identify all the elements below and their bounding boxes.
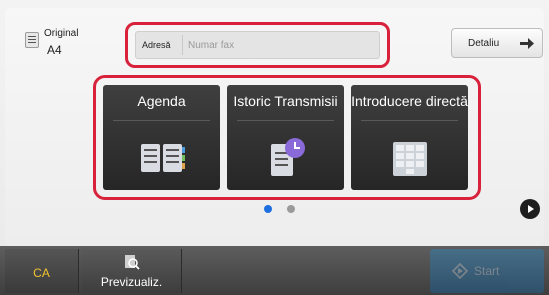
clear-all-button[interactable]: CA (5, 249, 79, 293)
start-diamond-icon (452, 263, 468, 279)
address-divider (182, 35, 183, 55)
original-setting[interactable]: Original A4 (17, 22, 87, 62)
fax-number-input[interactable] (188, 32, 378, 58)
main-panel: Original A4 Adresă Detaliu Agenda (5, 8, 544, 246)
next-page-button[interactable] (520, 199, 540, 219)
original-size: A4 (47, 43, 62, 57)
address-book-icon (141, 144, 185, 172)
arrow-right-icon (520, 38, 534, 49)
preview-button[interactable]: Previzualiz. (82, 249, 182, 293)
preview-label: Previzualiz. (100, 275, 163, 289)
page-indicator-2[interactable] (287, 205, 295, 213)
keypad-icon (393, 142, 427, 176)
tile-history-label: Istoric Transmisii (233, 93, 338, 109)
start-button[interactable]: Start (430, 249, 544, 293)
original-label: Original (44, 28, 79, 39)
tile-agenda[interactable]: Agenda (103, 85, 220, 190)
tile-divider (113, 120, 210, 121)
tile-agenda-label: Agenda (137, 93, 186, 109)
clear-all-label: CA (33, 266, 50, 280)
fax-screen: Original A4 Adresă Detaliu Agenda (0, 0, 549, 295)
tile-direct-label: Introducere directă (351, 93, 468, 109)
address-label: Adresă (142, 40, 171, 50)
preview-magnifier-icon (125, 255, 140, 270)
action-bar: CA Previzualiz. Start (0, 246, 549, 295)
tile-divider (237, 120, 334, 121)
history-icon (271, 138, 305, 176)
tile-divider (361, 120, 458, 121)
page-indicator-1[interactable] (264, 205, 272, 213)
start-label: Start (474, 264, 500, 278)
address-highlight: Adresă (125, 22, 390, 68)
detail-label: Detaliu (468, 38, 500, 49)
detail-button[interactable]: Detaliu (451, 28, 543, 58)
address-field[interactable]: Adresă (135, 31, 380, 59)
tile-direct-entry[interactable]: Introducere directă (351, 85, 468, 190)
document-icon (25, 32, 39, 48)
tile-transmission-history[interactable]: Istoric Transmisii (227, 85, 344, 190)
destination-tiles: Agenda Istoric Transmisii Introducere di… (93, 75, 481, 200)
